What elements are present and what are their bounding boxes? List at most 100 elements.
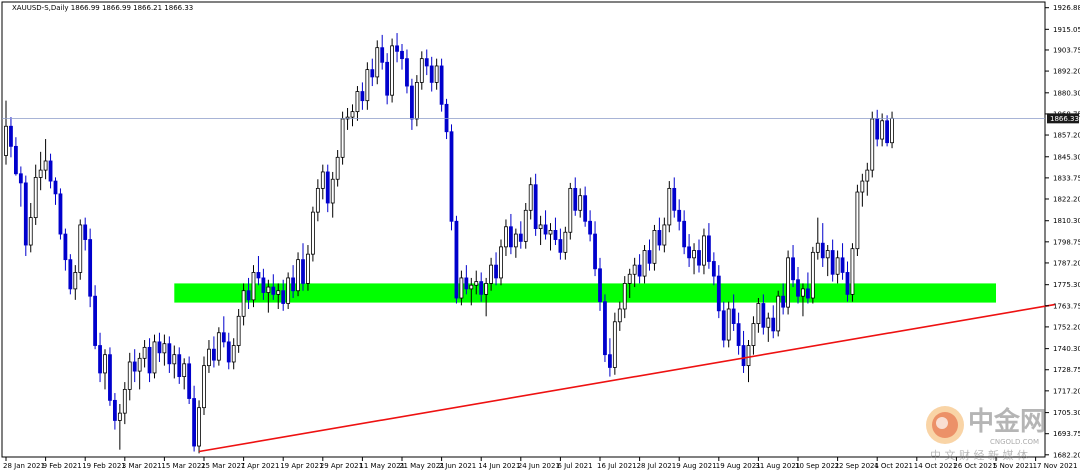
chart-title: XAUUSD-S,Daily 1866.99 1866.99 1866.21 1… xyxy=(12,4,193,12)
candle-body xyxy=(632,264,637,275)
candle-body xyxy=(707,235,711,262)
candle xyxy=(88,228,93,308)
candle-body xyxy=(573,187,578,211)
candle-body xyxy=(469,284,474,290)
candle-body xyxy=(593,233,597,270)
candle-body xyxy=(860,180,865,193)
candle-body xyxy=(380,47,385,63)
candle-body xyxy=(108,354,112,401)
y-tick-label: 1752.20 xyxy=(1053,323,1080,331)
x-tick-label: 28 Jul 2021 xyxy=(637,462,677,470)
candle-body xyxy=(810,251,815,299)
candle-body xyxy=(221,332,226,343)
candle-body xyxy=(400,50,404,60)
candle-body xyxy=(251,272,256,301)
candle-body xyxy=(622,283,627,310)
candle-body xyxy=(583,195,588,222)
candle-body xyxy=(365,69,370,102)
candle-body xyxy=(508,226,513,248)
candle-body xyxy=(687,246,691,259)
candle-body xyxy=(157,341,162,354)
candle xyxy=(449,124,454,231)
x-tick-label: 2 Jun 2021 xyxy=(439,462,477,470)
candle-body xyxy=(439,65,444,105)
candle-body xyxy=(449,131,454,222)
candle-body xyxy=(558,239,563,253)
candle-body xyxy=(776,295,781,332)
candle-body xyxy=(726,308,731,341)
candle-body xyxy=(261,277,266,293)
candle-body xyxy=(885,120,889,144)
candle-body xyxy=(162,343,167,354)
candle-body xyxy=(484,283,489,295)
candle-body xyxy=(301,259,305,284)
last-price-label: 1866.33 xyxy=(1050,115,1079,123)
candle-body xyxy=(434,65,439,83)
x-tick-label: 26 Oct 2021 xyxy=(953,462,996,470)
candle-body xyxy=(820,242,825,259)
candle-body xyxy=(459,277,464,299)
candle-body xyxy=(43,160,48,171)
candle-body xyxy=(330,178,335,204)
candle-body xyxy=(637,264,642,277)
candle-body xyxy=(736,323,741,346)
candle-body xyxy=(137,357,142,372)
candle xyxy=(340,111,345,165)
candle-body xyxy=(721,310,726,341)
y-tick-label: 1787.20 xyxy=(1053,259,1080,267)
candle-body xyxy=(603,301,607,356)
y-tick-label: 1892.20 xyxy=(1053,68,1080,76)
candle-body xyxy=(390,45,395,96)
watermark-brand: 中金网 xyxy=(968,406,1046,437)
candle-body xyxy=(23,182,28,246)
candle-body xyxy=(815,242,820,253)
candle-body xyxy=(474,281,479,286)
y-tick-label: 1763.75 xyxy=(1053,302,1080,310)
candle-body xyxy=(226,341,231,363)
candle xyxy=(390,38,395,103)
candle xyxy=(810,246,815,304)
price-chart[interactable]: 1926.881915.051903.751892.201880.301868.… xyxy=(0,0,1080,473)
candle-body xyxy=(375,47,380,78)
candle-body xyxy=(796,279,800,297)
candle xyxy=(78,219,83,280)
candle-body xyxy=(207,348,211,367)
candle xyxy=(454,215,459,304)
candle-body xyxy=(231,345,236,363)
candle-body xyxy=(325,171,330,204)
candle-body xyxy=(68,259,73,290)
candle xyxy=(870,111,875,178)
candle-body xyxy=(543,224,548,235)
x-tick-label: 28 Jan 2021 xyxy=(3,462,45,470)
candle-body xyxy=(360,91,365,102)
y-tick-label: 1728.75 xyxy=(1053,366,1080,374)
candle-body xyxy=(424,58,429,67)
x-tick-label: 24 Jun 2021 xyxy=(518,462,560,470)
candle-body xyxy=(825,250,830,259)
candle-body xyxy=(890,117,894,144)
candle xyxy=(568,182,573,240)
candle xyxy=(776,290,781,337)
candle-body xyxy=(806,288,810,299)
candle-body xyxy=(286,277,291,304)
candle-body xyxy=(657,230,662,246)
candle-body xyxy=(88,239,93,297)
candle-body xyxy=(538,224,543,229)
candle-body xyxy=(73,272,78,290)
candle-body xyxy=(454,220,459,299)
candle-body xyxy=(276,290,281,295)
candle-body xyxy=(370,69,375,78)
candle xyxy=(108,347,112,406)
candle-body xyxy=(306,253,310,284)
candle xyxy=(786,250,790,315)
candle-body xyxy=(791,257,795,281)
x-tick-label: 10 Sep 2021 xyxy=(795,462,839,470)
candle-body xyxy=(53,180,58,195)
candle-body xyxy=(117,412,122,421)
candle-body xyxy=(578,195,583,211)
candle-body xyxy=(870,118,875,171)
y-tick-label: 1740.30 xyxy=(1053,345,1080,353)
candle-body xyxy=(845,272,850,295)
candle-body xyxy=(315,187,320,213)
candle-body xyxy=(548,230,553,235)
